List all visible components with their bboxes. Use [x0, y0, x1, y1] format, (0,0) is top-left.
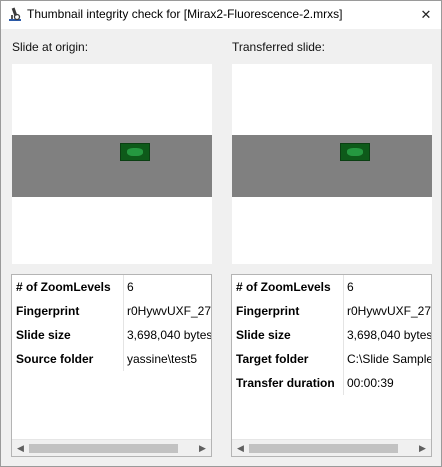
- scrollbar-thumb[interactable]: [249, 444, 398, 453]
- close-button[interactable]: ✕: [411, 1, 441, 29]
- origin-properties-table[interactable]: # of ZoomLevels 6 Fingerprint r0HywvUXF_278…: [11, 274, 212, 457]
- property-name: Fingerprint: [12, 299, 124, 323]
- tissue-region: [340, 143, 370, 161]
- property-value: 3,698,040 bytes: [127, 328, 212, 342]
- scrollbar-thumb[interactable]: [29, 444, 178, 453]
- transferred-thumbnail: [232, 64, 432, 264]
- tissue-region: [120, 143, 150, 161]
- transferred-properties-table[interactable]: # of ZoomLevels 6 Fingerprint r0HywvUXF_278…: [231, 274, 432, 457]
- transferred-panel-label: Transferred slide:: [232, 40, 325, 54]
- property-value: 3,698,040 bytes: [347, 328, 432, 342]
- scroll-left-arrow-icon[interactable]: ◀: [232, 440, 249, 456]
- scroll-right-arrow-icon[interactable]: ▶: [414, 440, 431, 456]
- window-title: Thumbnail integrity check for [Mirax2-Fl…: [27, 7, 343, 21]
- property-value: 6: [347, 280, 354, 294]
- property-name: Transfer duration: [232, 371, 344, 395]
- property-value: r0HywvUXF_278: [127, 304, 212, 318]
- property-value: C:\Slide Samples: [347, 352, 432, 366]
- slide-glass: [12, 135, 212, 197]
- transferred-horizontal-scrollbar[interactable]: ◀ ▶: [232, 439, 431, 456]
- close-icon: ✕: [420, 7, 432, 22]
- property-name: Target folder: [232, 347, 344, 371]
- scroll-right-arrow-icon[interactable]: ▶: [194, 440, 211, 456]
- integrity-check-window: Thumbnail integrity check for [Mirax2-Fl…: [0, 0, 442, 467]
- property-value: r0HywvUXF_278: [347, 304, 432, 318]
- origin-horizontal-scrollbar[interactable]: ◀ ▶: [12, 439, 211, 456]
- origin-thumbnail: [12, 64, 212, 264]
- title-bar: Thumbnail integrity check for [Mirax2-Fl…: [1, 1, 441, 29]
- property-name: Source folder: [12, 347, 124, 371]
- property-value: 6: [127, 280, 134, 294]
- microscope-icon: [7, 6, 23, 22]
- origin-panel-label: Slide at origin:: [12, 40, 89, 54]
- scroll-left-arrow-icon[interactable]: ◀: [12, 440, 29, 456]
- property-name: # of ZoomLevels: [12, 275, 124, 299]
- property-value: 00:00:39: [347, 376, 394, 390]
- property-name: # of ZoomLevels: [232, 275, 344, 299]
- property-name: Slide size: [12, 323, 124, 347]
- property-name: Fingerprint: [232, 299, 344, 323]
- property-name: Slide size: [232, 323, 344, 347]
- property-value: yassine\test5: [127, 352, 198, 366]
- slide-glass: [232, 135, 432, 197]
